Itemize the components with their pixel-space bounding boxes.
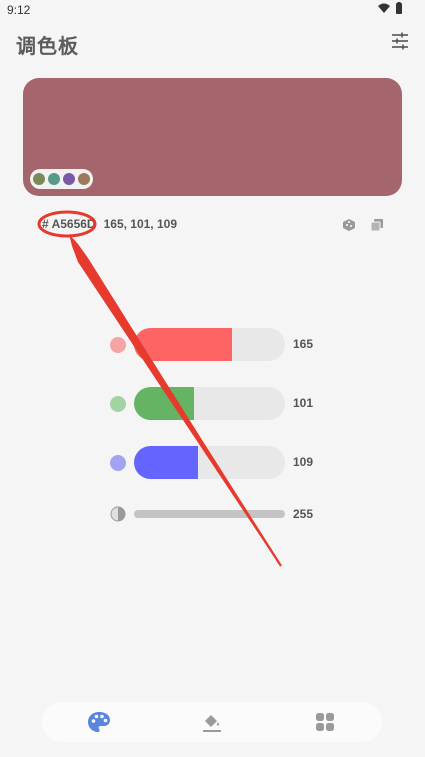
alpha-slider-track[interactable] (134, 510, 285, 518)
palette-icon (88, 712, 110, 732)
nav-palette-tab[interactable] (86, 710, 112, 734)
opacity-icon (110, 506, 126, 522)
nav-fill-tab[interactable] (199, 710, 225, 734)
paint-bucket-icon (203, 715, 221, 732)
dice-icon (343, 219, 355, 231)
green-value: 101 (293, 396, 314, 410)
random-color-button[interactable] (342, 218, 356, 232)
color-history (30, 169, 93, 189)
page-title: 调色板 (16, 36, 79, 58)
history-swatch[interactable] (63, 173, 75, 185)
copy-icon (370, 219, 383, 232)
status-time: 9:12 (7, 3, 31, 17)
red-value: 165 (293, 337, 314, 351)
nav-grid-tab[interactable] (312, 710, 338, 734)
red-slider-fill (134, 328, 232, 361)
blue-dot-icon (110, 455, 126, 471)
settings-button[interactable] (389, 30, 411, 52)
copy-button[interactable] (370, 218, 384, 232)
history-swatch[interactable] (48, 173, 60, 185)
green-slider-track[interactable] (134, 387, 285, 420)
color-info-row: # A5656D 165, 101, 109 (42, 216, 177, 232)
blue-value: 109 (293, 455, 314, 469)
red-slider-track[interactable] (134, 328, 285, 361)
status-icons (378, 2, 402, 14)
green-slider-fill (134, 387, 194, 420)
blue-slider-track[interactable] (134, 446, 285, 479)
history-swatch[interactable] (33, 173, 45, 185)
grid-icon (316, 713, 334, 731)
green-dot-icon (110, 396, 126, 412)
red-dot-icon (110, 337, 126, 353)
slider-alpha: 255 (108, 505, 338, 523)
palette-screen: 9:12 调色板 # A5656D 165, 101, 109 165 101 … (0, 0, 425, 757)
slider-red: 165 (108, 328, 338, 362)
hex-code[interactable]: # A5656D (42, 217, 96, 231)
rgb-value[interactable]: 165, 101, 109 (104, 217, 177, 231)
battery-icon (396, 3, 402, 14)
slider-blue: 109 (108, 446, 338, 480)
color-preview-card[interactable] (23, 78, 402, 196)
slider-green: 101 (108, 387, 338, 421)
status-bar: 9:12 (0, 0, 425, 18)
alpha-value: 255 (293, 507, 314, 521)
tune-sliders-icon (392, 32, 408, 50)
bottom-nav (42, 702, 382, 742)
wifi-icon (378, 3, 390, 13)
history-swatch[interactable] (78, 173, 90, 185)
blue-slider-fill (134, 446, 199, 479)
